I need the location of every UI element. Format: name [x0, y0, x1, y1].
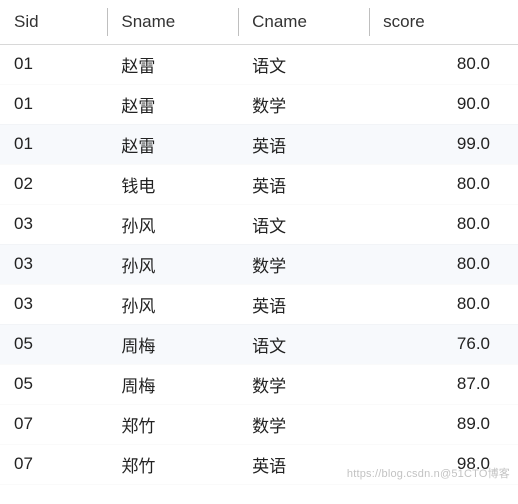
cell-sid: 05: [0, 324, 107, 364]
table-header-row: Sid Sname Cname score: [0, 0, 518, 44]
table-body: 01 赵雷 语文 80.0 01 赵雷 数学 90.0 01 赵雷 英语 99.…: [0, 44, 518, 484]
column-header-sid[interactable]: Sid: [0, 0, 107, 44]
cell-sid: 01: [0, 44, 107, 84]
cell-sname: 钱电: [107, 164, 238, 204]
cell-cname: 英语: [238, 164, 369, 204]
cell-score: 76.0: [369, 324, 518, 364]
cell-cname: 语文: [238, 324, 369, 364]
cell-sname: 孙风: [107, 284, 238, 324]
cell-sname: 周梅: [107, 364, 238, 404]
cell-sname: 周梅: [107, 324, 238, 364]
cell-sid: 05: [0, 364, 107, 404]
cell-cname: 语文: [238, 44, 369, 84]
cell-sid: 03: [0, 284, 107, 324]
cell-sid: 02: [0, 164, 107, 204]
column-header-cname[interactable]: Cname: [238, 0, 369, 44]
table-row[interactable]: 05 周梅 数学 87.0: [0, 364, 518, 404]
cell-score: 80.0: [369, 244, 518, 284]
cell-sid: 07: [0, 404, 107, 444]
cell-sid: 03: [0, 204, 107, 244]
cell-score: 80.0: [369, 284, 518, 324]
cell-cname: 数学: [238, 404, 369, 444]
table-row[interactable]: 02 钱电 英语 80.0: [0, 164, 518, 204]
cell-score: 80.0: [369, 204, 518, 244]
cell-cname: 英语: [238, 124, 369, 164]
cell-cname: 英语: [238, 444, 369, 484]
table-row[interactable]: 03 孙风 数学 80.0: [0, 244, 518, 284]
cell-score: 90.0: [369, 84, 518, 124]
cell-cname: 数学: [238, 244, 369, 284]
table-row[interactable]: 01 赵雷 语文 80.0: [0, 44, 518, 84]
cell-sid: 01: [0, 124, 107, 164]
table-row[interactable]: 07 郑竹 英语 98.0: [0, 444, 518, 484]
cell-cname: 数学: [238, 364, 369, 404]
cell-sname: 孙风: [107, 244, 238, 284]
cell-score: 99.0: [369, 124, 518, 164]
column-header-sname[interactable]: Sname: [107, 0, 238, 44]
cell-sname: 赵雷: [107, 124, 238, 164]
cell-sid: 07: [0, 444, 107, 484]
cell-sname: 郑竹: [107, 404, 238, 444]
cell-score: 87.0: [369, 364, 518, 404]
cell-sname: 赵雷: [107, 44, 238, 84]
data-table: Sid Sname Cname score 01 赵雷 语文 80.0 01 赵…: [0, 0, 518, 485]
cell-sid: 03: [0, 244, 107, 284]
table-row[interactable]: 03 孙风 语文 80.0: [0, 204, 518, 244]
cell-score: 80.0: [369, 164, 518, 204]
cell-score: 98.0: [369, 444, 518, 484]
table-row[interactable]: 05 周梅 语文 76.0: [0, 324, 518, 364]
cell-cname: 英语: [238, 284, 369, 324]
table-row[interactable]: 07 郑竹 数学 89.0: [0, 404, 518, 444]
cell-cname: 语文: [238, 204, 369, 244]
table-row[interactable]: 01 赵雷 数学 90.0: [0, 84, 518, 124]
cell-score: 80.0: [369, 44, 518, 84]
table-row[interactable]: 01 赵雷 英语 99.0: [0, 124, 518, 164]
cell-sid: 01: [0, 84, 107, 124]
cell-score: 89.0: [369, 404, 518, 444]
table-row[interactable]: 03 孙风 英语 80.0: [0, 284, 518, 324]
cell-cname: 数学: [238, 84, 369, 124]
cell-sname: 郑竹: [107, 444, 238, 484]
cell-sname: 孙风: [107, 204, 238, 244]
column-header-score[interactable]: score: [369, 0, 518, 44]
cell-sname: 赵雷: [107, 84, 238, 124]
